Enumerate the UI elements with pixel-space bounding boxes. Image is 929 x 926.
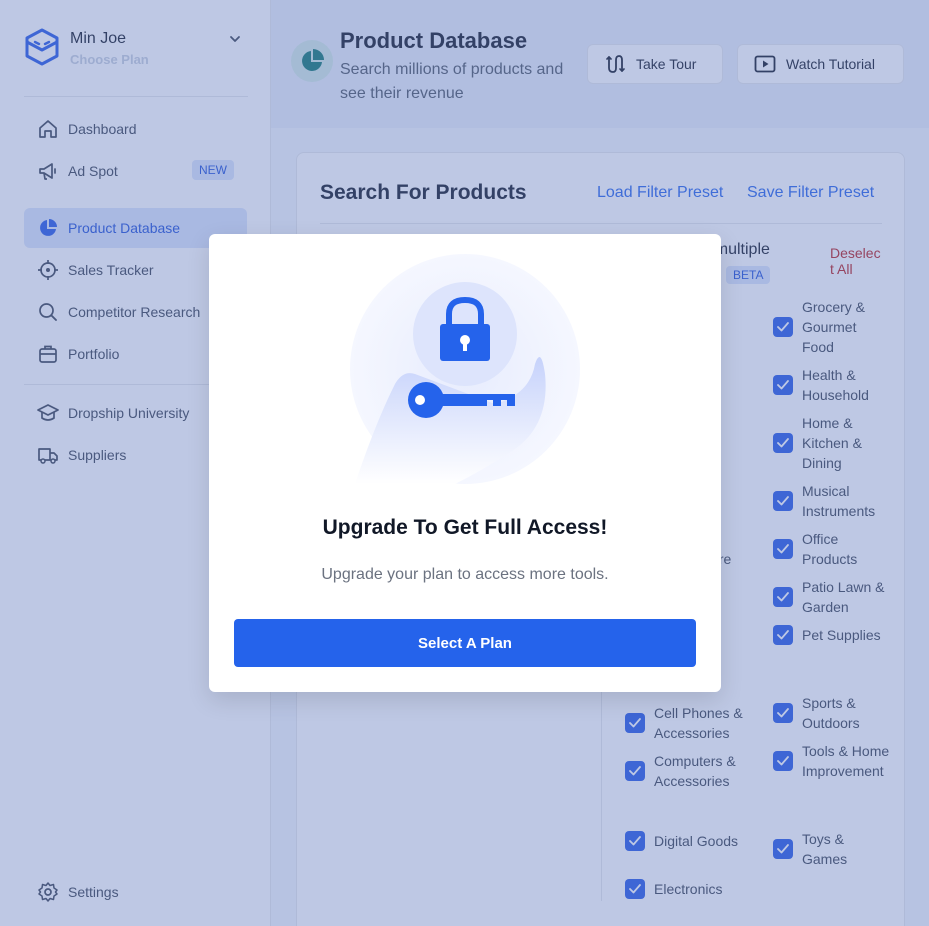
select-a-plan-button[interactable]: Select A Plan (234, 619, 696, 667)
lock-and-key-illustration (350, 254, 580, 484)
modal-subtitle: Upgrade your plan to access more tools. (321, 566, 609, 583)
upgrade-modal: Upgrade To Get Full Access! Upgrade your… (209, 234, 721, 692)
modal-title: Upgrade To Get Full Access! (322, 516, 608, 539)
